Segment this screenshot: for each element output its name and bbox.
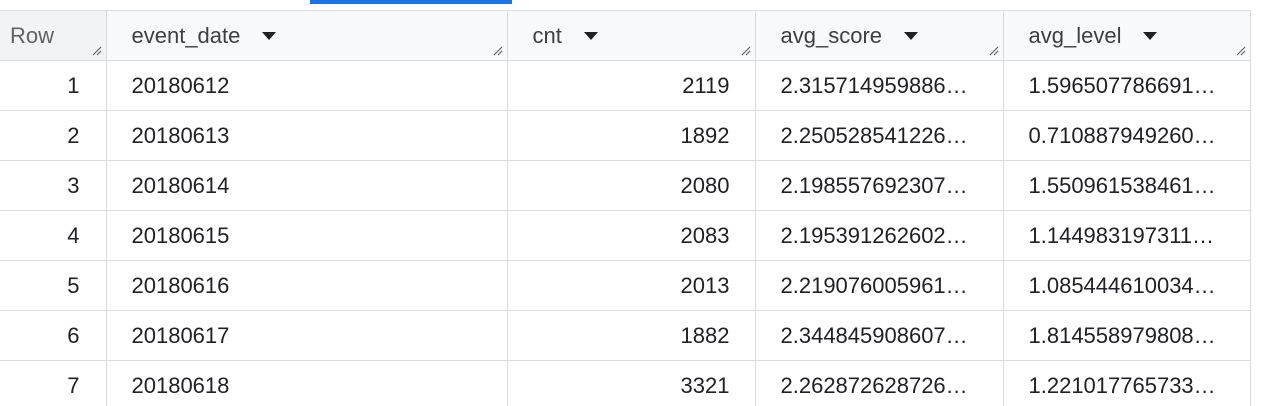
row-number: 2 [0, 110, 107, 161]
results-grid: Row event_date cnt avg_score avg_level 1… [0, 0, 1268, 406]
table-row: 4 20180615 2083 2.195391262602… 1.144983… [0, 210, 1251, 261]
active-tab-indicator [310, 0, 512, 4]
cell-event-date: 20180614 [106, 160, 508, 211]
column-resize-handle-icon[interactable] [739, 44, 751, 56]
cell-avg-score: 2.198557692307… [755, 160, 1004, 211]
cell-avg-level: 1.814558979808… [1003, 310, 1251, 361]
cell-avg-score: 2.315714959886… [755, 60, 1004, 111]
results-table: Row event_date cnt avg_score avg_level 1… [0, 10, 1251, 406]
cell-avg-score: 2.262872628726… [755, 360, 1004, 406]
row-number: 3 [0, 160, 107, 211]
cell-cnt: 2013 [507, 260, 756, 311]
cell-event-date: 20180616 [106, 260, 508, 311]
caret-down-icon[interactable] [904, 31, 919, 40]
grid-filler [1250, 10, 1268, 406]
cell-event-date: 20180612 [106, 60, 508, 111]
table-row: 6 20180617 1882 2.344845908607… 1.814558… [0, 310, 1251, 361]
column-resize-handle-icon[interactable] [987, 44, 999, 56]
column-header-label: avg_level [1028, 22, 1122, 48]
column-header-cnt[interactable]: cnt [507, 10, 756, 61]
cell-cnt: 3321 [507, 360, 756, 406]
caret-down-icon[interactable] [1143, 31, 1158, 40]
cell-avg-level: 1.221017765733… [1003, 360, 1251, 406]
cell-avg-score: 2.195391262602… [755, 210, 1004, 261]
caret-down-icon[interactable] [262, 31, 277, 40]
table-row: 1 20180612 2119 2.315714959886… 1.596507… [0, 60, 1251, 111]
column-header-avg-score[interactable]: avg_score [755, 10, 1004, 61]
column-header-event-date[interactable]: event_date [106, 10, 508, 61]
row-number: 5 [0, 260, 107, 311]
table-row: 7 20180618 3321 2.262872628726… 1.221017… [0, 360, 1251, 406]
column-header-label: avg_score [780, 22, 883, 48]
table-row: 2 20180613 1892 2.250528541226… 0.710887… [0, 110, 1251, 161]
column-resize-handle-icon[interactable] [90, 44, 102, 56]
row-number: 6 [0, 310, 107, 361]
cell-avg-level: 1.144983197311… [1003, 210, 1251, 261]
cell-avg-level: 1.550961538461… [1003, 160, 1251, 211]
row-number: 7 [0, 360, 107, 406]
table-row: 3 20180614 2080 2.198557692307… 1.550961… [0, 160, 1251, 211]
cell-event-date: 20180617 [106, 310, 508, 361]
table-row: 5 20180616 2013 2.219076005961… 1.085444… [0, 260, 1251, 311]
column-header-label: cnt [532, 22, 562, 48]
column-header-label: event_date [131, 22, 241, 48]
cell-cnt: 1882 [507, 310, 756, 361]
cell-event-date: 20180613 [106, 110, 508, 161]
column-resize-handle-icon[interactable] [491, 44, 503, 56]
cell-cnt: 2119 [507, 60, 756, 111]
cell-cnt: 2080 [507, 160, 756, 211]
cell-cnt: 1892 [507, 110, 756, 161]
cell-avg-level: 1.085444610034… [1003, 260, 1251, 311]
column-resize-handle-icon[interactable] [1234, 44, 1246, 56]
cell-avg-level: 1.596507786691… [1003, 60, 1251, 111]
column-header-label: Row [10, 22, 55, 48]
cell-avg-score: 2.344845908607… [755, 310, 1004, 361]
column-header-avg-level[interactable]: avg_level [1003, 10, 1251, 61]
cell-avg-score: 2.219076005961… [755, 260, 1004, 311]
row-number: 4 [0, 210, 107, 261]
cell-avg-level: 0.710887949260… [1003, 110, 1251, 161]
header-row: Row event_date cnt avg_score avg_level [0, 10, 1251, 61]
cell-cnt: 2083 [507, 210, 756, 261]
cell-event-date: 20180615 [106, 210, 508, 261]
row-number: 1 [0, 60, 107, 111]
cell-event-date: 20180618 [106, 360, 508, 406]
column-header-row: Row [0, 10, 107, 61]
caret-down-icon[interactable] [583, 31, 598, 40]
cell-avg-score: 2.250528541226… [755, 110, 1004, 161]
